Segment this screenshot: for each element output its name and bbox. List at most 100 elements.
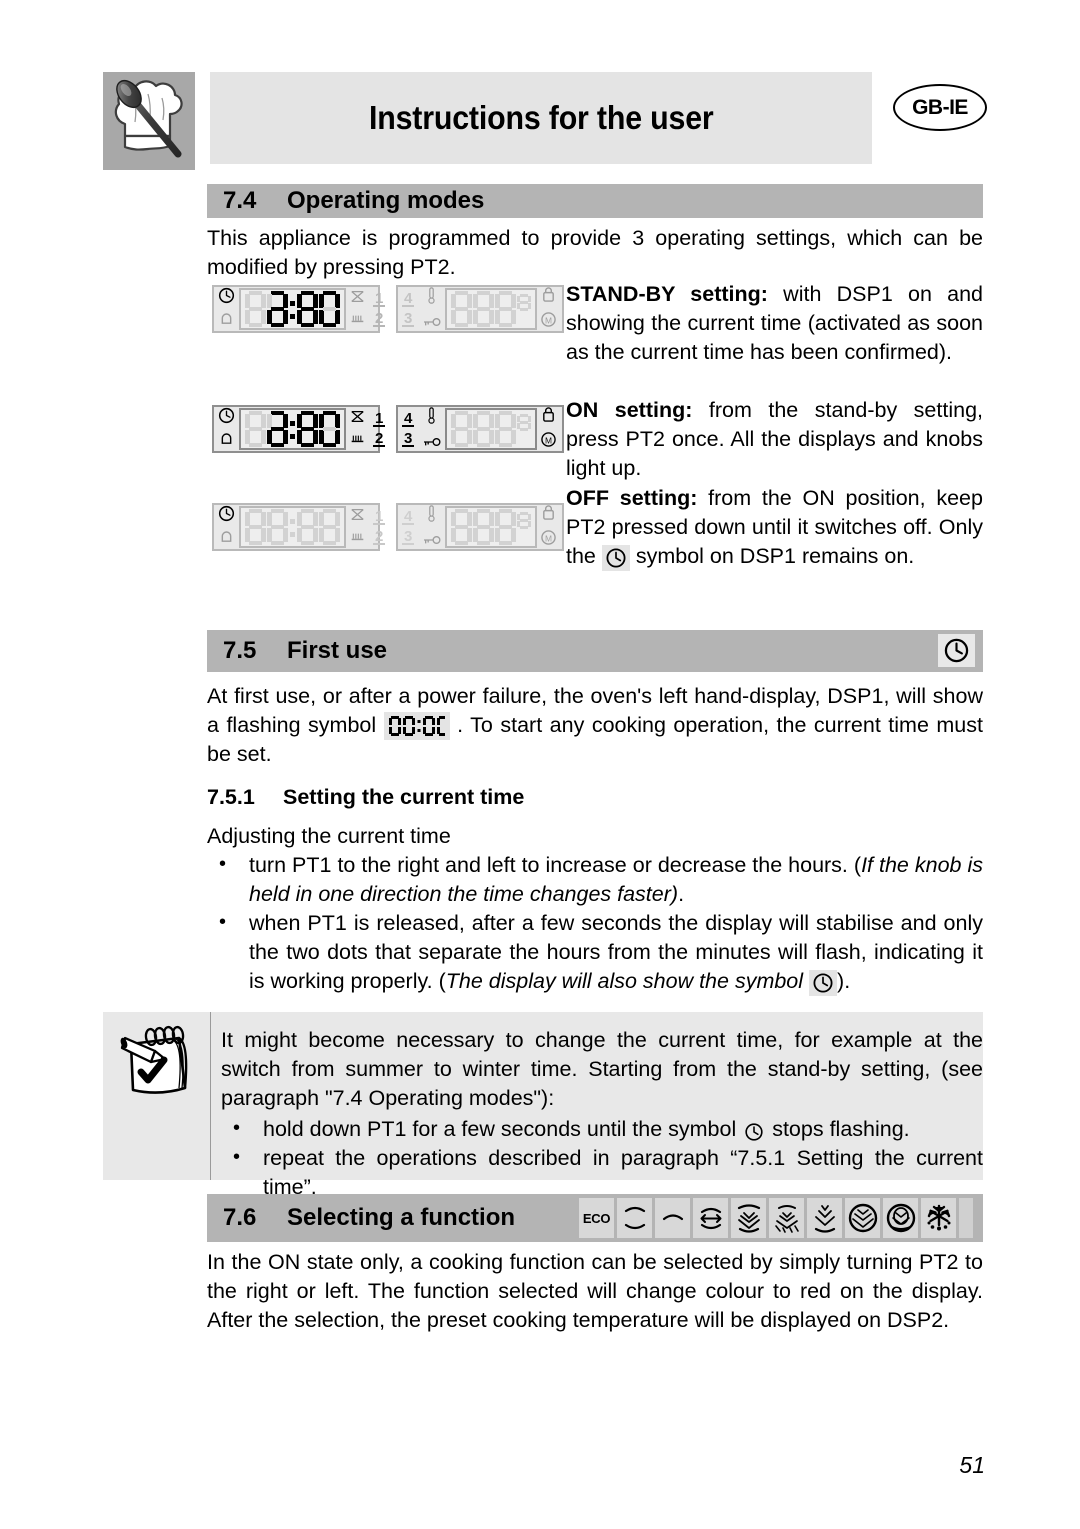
- subsection-lead-text: Adjusting the current time: [207, 824, 451, 848]
- svg-text:M: M: [545, 533, 552, 543]
- list-item: turn PT1 to the right and left to increa…: [207, 850, 983, 909]
- digit: [473, 508, 494, 546]
- degree-digit: [517, 414, 532, 431]
- clock-icon: [938, 634, 975, 667]
- notepad-pencil-check-icon: [117, 1024, 199, 1107]
- lock-icon: [541, 504, 556, 526]
- document-page: Instructions for the user GB-IE 7.4 Oper…: [0, 0, 1080, 1529]
- circular-fan-icon[interactable]: [845, 1198, 880, 1238]
- note-bullet-list: hold down PT1 for a few seconds until th…: [221, 1114, 983, 1202]
- digit: [495, 290, 516, 328]
- colon: [289, 411, 296, 448]
- section-heading-7-6: 7.6 Selecting a function ECO: [207, 1194, 983, 1242]
- dsp2-level-bottom: 3: [402, 429, 415, 447]
- bullet-2-italic: The display will also show the symbol: [445, 969, 804, 993]
- dsp1-off-display: 1 2: [212, 503, 386, 551]
- off-setting-text-after: symbol on DSP1 remains on.: [629, 544, 915, 568]
- dsp1-left-icons: [214, 505, 239, 550]
- note-icon-cell: [103, 1012, 211, 1180]
- language-badge: GB-IE: [893, 84, 987, 131]
- dsp2-off-display: 4 3 M: [396, 503, 564, 551]
- note-bullet-1-before: hold down PT1 for a few seconds until th…: [263, 1117, 743, 1141]
- colon: [289, 291, 296, 328]
- dsp2-right-icons: M: [537, 504, 560, 550]
- language-badge-label: GB-IE: [912, 95, 968, 119]
- fan-assisted-grill-icon[interactable]: [731, 1198, 766, 1238]
- grill-icon: [350, 410, 365, 428]
- memory-m-icon: M: [541, 530, 557, 550]
- dsp2-segment-window: [445, 506, 538, 548]
- section-heading-7-5: 7.5 First use: [207, 630, 983, 672]
- bell-icon: [219, 311, 234, 332]
- dsp2-standby-display: 4 3 M: [396, 285, 564, 333]
- dsp1-right-icons: [346, 290, 369, 329]
- key-icon: [422, 434, 441, 452]
- page-title: Instructions for the user: [368, 99, 714, 136]
- clock-icon: [218, 287, 235, 309]
- digit: [297, 290, 318, 328]
- clock-icon: [809, 970, 838, 996]
- top-heating-icon[interactable]: [655, 1198, 690, 1238]
- dsp1-level-numbers: 1 2: [369, 411, 389, 447]
- note-bullet-1-after: stops flashing.: [766, 1117, 910, 1141]
- section-title: First use: [287, 637, 388, 664]
- circular-fan-bottom-icon[interactable]: [883, 1198, 918, 1238]
- digit: [297, 508, 318, 546]
- digit: [473, 290, 494, 328]
- flashing-0000-symbol: [383, 712, 450, 740]
- clock-icon: [601, 545, 630, 571]
- dsp2-segment-window: [445, 288, 538, 330]
- dsp1-level-bottom: 2: [373, 527, 386, 545]
- lock-icon: [541, 406, 556, 428]
- dsp1-left-icons: [214, 407, 239, 452]
- degree-digit: [517, 294, 532, 311]
- section-7-4-intro: This appliance is programmed to provide …: [207, 226, 983, 279]
- chef-hat-spoon-icon: [103, 72, 195, 170]
- note-bullet-2-before: repeat the operations described in parag…: [263, 1146, 983, 1199]
- defrost-snowflake-icon[interactable]: [921, 1198, 956, 1238]
- memory-m-icon: M: [541, 432, 557, 452]
- dsp2-level-bottom: 3: [402, 309, 415, 327]
- list-item: hold down PT1 for a few seconds until th…: [221, 1114, 983, 1144]
- bullet-1-tail: .: [678, 882, 685, 906]
- dsp2-segment-window: [445, 408, 538, 450]
- thermometer-icon: [427, 406, 436, 429]
- convection-arrow-icon[interactable]: [693, 1198, 728, 1238]
- degree-digit: [517, 512, 532, 529]
- bottom-fan-icon[interactable]: [807, 1198, 842, 1238]
- digit: [451, 410, 472, 448]
- dsp1-segment-window: [239, 408, 346, 450]
- colon: [289, 509, 296, 546]
- on-setting-label: ON setting:: [566, 398, 693, 422]
- dsp2-level-top: 4: [402, 289, 415, 307]
- standby-setting-description: STAND-BY setting: with DSP1 on and showi…: [566, 280, 983, 367]
- digit: [473, 410, 494, 448]
- bottom-heat-icon: [350, 529, 365, 547]
- page-header: Instructions for the user GB-IE: [103, 72, 987, 170]
- fan-bottom-heat-icon[interactable]: [769, 1198, 804, 1238]
- thermometer-icon: [427, 504, 436, 527]
- section-title: Selecting a function: [287, 1204, 516, 1231]
- dsp1-segment-window: [239, 506, 346, 548]
- svg-text:M: M: [545, 435, 552, 445]
- note-paragraph: It might become necessary to change the …: [221, 1028, 983, 1110]
- bottom-heat-icon: [350, 431, 365, 449]
- digit: [245, 290, 266, 328]
- key-icon: [422, 314, 441, 332]
- eco-label[interactable]: ECO: [579, 1198, 614, 1238]
- top-and-bottom-heating-icon[interactable]: [617, 1198, 652, 1238]
- section-number: 7.6: [223, 1204, 257, 1231]
- dsp2-right-icons: M: [537, 406, 560, 452]
- note-body: It might become necessary to change the …: [221, 1026, 983, 1202]
- dsp2-left-icons: [418, 406, 445, 452]
- section-number: 7.4: [223, 187, 257, 214]
- standby-setting-label: STAND-BY setting:: [566, 282, 768, 306]
- dsp2-level-numbers: 4 3: [398, 289, 418, 327]
- subsection-number: 7.5.1: [207, 785, 255, 809]
- page-number: 51: [959, 1452, 985, 1478]
- section-7-5-intro: At first use, or after a power failure, …: [207, 682, 983, 769]
- off-setting-label: OFF setting:: [566, 486, 698, 510]
- dsp1-on-display: 1 2: [212, 405, 386, 453]
- subsection-heading-7-5-1: 7.5.1 Setting the current time: [207, 785, 983, 810]
- digit: [451, 508, 472, 546]
